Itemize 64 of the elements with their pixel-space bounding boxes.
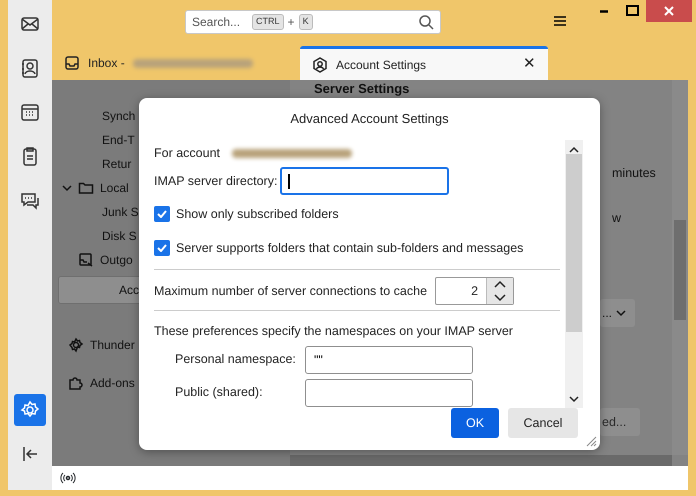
- settings-button[interactable]: [14, 394, 46, 426]
- cancel-button[interactable]: Cancel: [508, 408, 578, 438]
- dropdown-text: ...: [602, 305, 612, 322]
- page-heading: Server Settings: [314, 81, 410, 96]
- checkbox[interactable]: [154, 206, 170, 222]
- field-label: Personal namespace:: [175, 351, 297, 368]
- key-cap: K: [298, 14, 313, 30]
- check-icon: [157, 244, 167, 252]
- tree-item[interactable]: Disk S: [102, 227, 137, 245]
- field-label: IMAP server directory:: [154, 172, 278, 190]
- field-label: For account: [154, 144, 220, 162]
- dropdown[interactable]: ...: [600, 299, 635, 327]
- close-button[interactable]: [646, 0, 692, 22]
- maximize-icon: [624, 3, 640, 19]
- address-book-icon: [19, 57, 41, 79]
- tree-item[interactable]: End-T: [102, 131, 135, 149]
- sidebar-item[interactable]: Outgo: [100, 251, 133, 269]
- page-button[interactable]: ed...: [600, 408, 640, 436]
- search-placeholder: Search...: [192, 14, 240, 31]
- scrollbar[interactable]: [290, 455, 672, 466]
- input-field[interactable]: [280, 167, 450, 195]
- number-spinner[interactable]: 2: [435, 277, 514, 305]
- check-icon: [157, 210, 167, 218]
- input-field[interactable]: "": [305, 346, 473, 374]
- field-label: Public (shared):: [175, 384, 264, 402]
- sidebar-item[interactable]: Thunder: [90, 336, 135, 354]
- scrollbar[interactable]: [672, 80, 688, 455]
- broadcast-icon[interactable]: [60, 471, 76, 485]
- minimize-icon: [600, 10, 608, 12]
- ok-button[interactable]: OK: [451, 408, 499, 438]
- text-cursor: [288, 174, 290, 188]
- page-text: minutes: [612, 165, 656, 182]
- plus-sign: +: [288, 14, 295, 31]
- resize-grip-icon: [585, 435, 597, 447]
- settings-icon: [68, 337, 84, 353]
- search-icon: [418, 14, 434, 30]
- tab[interactable]: Account Settings ✕: [300, 46, 548, 80]
- close-icon[interactable]: ✕: [523, 53, 536, 76]
- key-cap: CTRL: [252, 14, 284, 30]
- scrollbar[interactable]: [565, 140, 583, 408]
- inbox-icon: [64, 55, 80, 71]
- outbox-icon: [78, 252, 94, 268]
- folder-label[interactable]: Local: [100, 179, 129, 197]
- tab[interactable]: Inbox -: [52, 46, 298, 80]
- chevron-down-icon: [616, 308, 626, 318]
- account-icon: [312, 56, 328, 72]
- spinner-value: 2: [470, 283, 480, 300]
- scroll-thumb[interactable]: [674, 220, 686, 320]
- tree-item[interactable]: Junk S: [102, 203, 139, 221]
- tree-item[interactable]: Synch: [102, 107, 136, 125]
- tree-item[interactable]: Retur: [102, 155, 132, 173]
- input-field[interactable]: [305, 378, 473, 407]
- checkbox-label: Show only subscribed folders: [176, 206, 339, 223]
- folder-icon: [78, 180, 94, 196]
- note-text: These preferences specify the namespaces on your IMAP server: [154, 323, 514, 340]
- page-text: w: [612, 210, 622, 227]
- dialog-title: Advanced Account Settings: [289, 110, 450, 128]
- field-label: Maximum number of server connections to cache: [154, 282, 428, 300]
- sidebar-item[interactable]: Add-ons: [90, 374, 135, 392]
- checkbox-label: Server supports folders that contain sub-folders and messages: [176, 240, 524, 257]
- scroll-thumb[interactable]: [566, 154, 582, 332]
- puzzle-icon: [68, 375, 84, 391]
- search-field[interactable]: Search... CTRL + K: [185, 10, 441, 34]
- checkbox[interactable]: [154, 240, 170, 256]
